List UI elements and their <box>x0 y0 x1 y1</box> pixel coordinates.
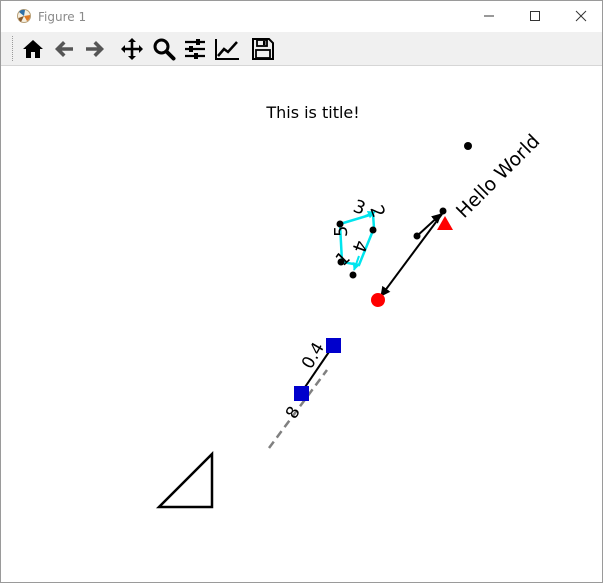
toolbar-grip[interactable] <box>12 36 16 61</box>
home-button[interactable] <box>20 36 46 62</box>
minimize-button[interactable] <box>466 1 512 32</box>
save-icon <box>252 38 274 60</box>
window-title: Figure 1 <box>38 10 87 24</box>
figure-canvas[interactable]: Hello World 3 2 5 4 1 0.4 8 <box>9 66 594 574</box>
polygon-label-4: 4 <box>347 237 371 255</box>
configure-subplots-icon <box>185 39 205 59</box>
scatter-point <box>464 142 472 150</box>
value-label-0-4: 0.4 <box>298 339 329 372</box>
red-circle-marker <box>371 293 385 307</box>
zoom-icon <box>153 38 176 61</box>
title-bar[interactable]: Figure 1 <box>1 1 602 32</box>
minimize-icon <box>484 15 494 17</box>
plot-area: Hello World 3 2 5 4 1 0.4 8 <box>155 130 544 509</box>
navigation-toolbar <box>1 32 602 66</box>
edit-axis-icon <box>215 39 239 60</box>
close-icon <box>575 10 587 22</box>
dashed-line <box>267 369 329 449</box>
figure-window: Figure 1 Hello World 3 2 5 4 1 0.4 8 Thi… <box>0 0 603 583</box>
blue-square-marker <box>326 338 341 353</box>
forward-button[interactable] <box>82 36 108 62</box>
configure-subplots-button[interactable] <box>182 36 208 62</box>
pan-button[interactable] <box>119 36 145 62</box>
maximize-icon <box>530 11 540 21</box>
maximize-button[interactable] <box>512 1 558 32</box>
home-icon <box>23 40 43 58</box>
forward-arrow-icon <box>86 41 104 57</box>
matplotlib-logo-icon <box>17 9 31 23</box>
zoom-button[interactable] <box>151 36 177 62</box>
polygon-label-2: 2 <box>365 203 389 221</box>
back-arrow-icon <box>55 41 73 57</box>
long-annotation-arrow <box>380 213 443 297</box>
pan-icon <box>121 38 143 60</box>
save-button[interactable] <box>250 36 276 62</box>
polygon-label-1: 1 <box>332 248 355 271</box>
plot-title: This is title! <box>266 103 360 122</box>
arrow-start-point <box>413 232 421 240</box>
blue-square-marker <box>294 386 309 401</box>
triangle-outline <box>155 450 214 509</box>
arrow-end-point <box>439 207 447 215</box>
back-button[interactable] <box>51 36 77 62</box>
polygon-label-5: 5 <box>331 226 352 237</box>
edit-axis-button[interactable] <box>213 36 239 62</box>
close-button[interactable] <box>558 1 603 32</box>
